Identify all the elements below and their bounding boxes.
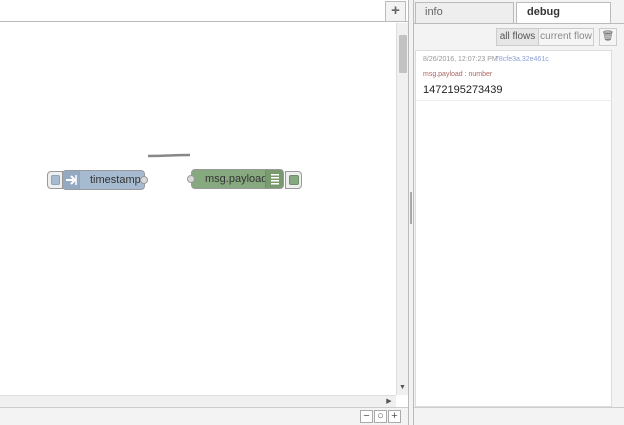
zoom-in-button[interactable]: + [388, 410, 401, 423]
debug-message-list: 8/26/2016, 12:07:23 PM 78cfe3a.32e461c m… [415, 50, 612, 407]
flow-canvas[interactable]: timestamp msg.payload [0, 23, 396, 395]
inject-node[interactable]: timestamp [62, 170, 148, 190]
scrollbar-thumb[interactable] [399, 35, 407, 73]
zoom-reset-button[interactable]: ○ [374, 410, 387, 423]
debug-toolbar: all flows current flow 🗑 [414, 24, 624, 48]
message-value: 1472195273439 [423, 84, 503, 96]
node-red-editor: + timestamp msg.payload ▼ ▶ − ○ + info d… [0, 0, 624, 425]
scroll-down-icon[interactable]: ▼ [397, 383, 408, 393]
all-flows-button[interactable]: all flows [496, 28, 539, 46]
wire [147, 153, 191, 158]
wire-svg [147, 153, 191, 158]
sidebar-footer [414, 407, 624, 425]
tab-debug[interactable]: debug [516, 2, 611, 25]
zoom-out-button[interactable]: − [360, 410, 373, 423]
workspace-footer: − ○ + [0, 407, 408, 425]
inject-trigger-button[interactable] [47, 171, 63, 189]
sidebar: info debug all flows current flow 🗑 8/26… [414, 0, 624, 425]
debug-toggle-icon [289, 175, 299, 185]
input-port[interactable] [187, 175, 195, 183]
arrow-in-icon [63, 171, 80, 189]
debug-message: 8/26/2016, 12:07:23 PM 78cfe3a.32e461c m… [416, 51, 611, 101]
list-icon [265, 170, 283, 188]
debug-node[interactable]: msg.payload [187, 169, 284, 189]
tab-info[interactable]: info [415, 2, 514, 23]
workspace: + timestamp msg.payload ▼ ▶ − ○ + [0, 0, 408, 425]
current-flow-button[interactable]: current flow [538, 28, 594, 46]
message-topic: msg.payload : number [423, 71, 493, 78]
debug-toggle-button[interactable] [285, 171, 302, 189]
message-timestamp: 8/26/2016, 12:07:23 PM [423, 56, 498, 63]
debug-scrollbar[interactable] [613, 50, 623, 407]
canvas-vertical-scrollbar[interactable]: ▼ [396, 23, 408, 395]
output-port[interactable] [140, 176, 148, 184]
trash-icon[interactable]: 🗑 [599, 28, 617, 46]
inject-node-label: timestamp [90, 174, 141, 186]
canvas-horizontal-scrollbar[interactable]: ▶ [0, 395, 396, 407]
message-node-link[interactable]: 78cfe3a.32e461c [495, 56, 549, 63]
splitter-grip[interactable] [410, 192, 412, 224]
workspace-tab-bar: + [0, 0, 408, 22]
add-flow-button[interactable]: + [385, 1, 406, 22]
scroll-right-icon[interactable]: ▶ [384, 396, 394, 407]
debug-node-label: msg.payload [205, 173, 268, 185]
inject-trigger-icon [51, 175, 60, 185]
